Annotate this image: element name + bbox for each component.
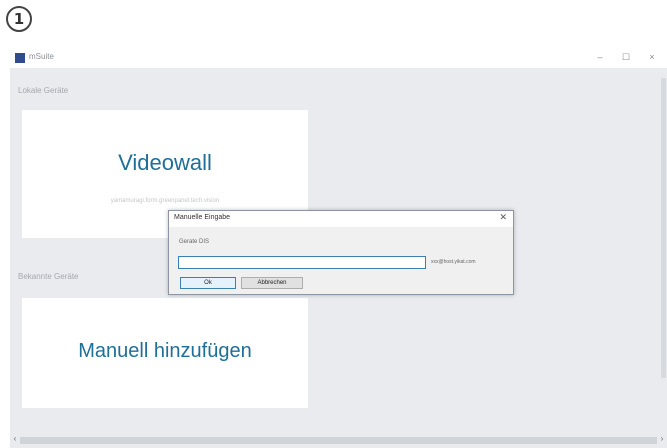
videowall-tile-title: Videowall — [118, 150, 212, 175]
minimize-button[interactable]: – — [590, 49, 610, 65]
step-number-badge: 1 — [6, 6, 32, 32]
scroll-right-arrow-icon[interactable]: › — [657, 434, 667, 443]
horizontal-scrollbar[interactable] — [20, 437, 657, 444]
device-field-label: Gerate DIS — [179, 239, 210, 245]
scroll-left-arrow-icon[interactable]: ‹ — [10, 434, 20, 443]
maximize-button[interactable]: ☐ — [616, 49, 636, 65]
manual-add-tile[interactable]: Manuell hinzufügen — [22, 298, 308, 408]
window-close-button[interactable]: × — [642, 49, 662, 65]
address-format-hint: xxx@host.yikat.com — [431, 259, 476, 265]
dialog-title: Manuelle Eingabe — [174, 214, 231, 221]
ok-button[interactable]: Ok — [180, 277, 236, 289]
dialog-close-icon[interactable]: ✕ — [499, 212, 507, 223]
cancel-button[interactable]: Abbrechen — [241, 277, 303, 289]
device-address-input[interactable] — [178, 256, 426, 269]
app-icon — [15, 53, 25, 63]
manual-add-tile-title: Manuell hinzufügen — [78, 340, 252, 362]
window-title: mSuite — [29, 52, 54, 61]
videowall-tile-subtitle: yamamuragi.form.greenpanel.tech.vision — [110, 198, 220, 204]
vertical-scrollbar[interactable] — [661, 78, 666, 378]
window-titlebar: mSuite – ☐ × — [10, 48, 667, 68]
manual-input-dialog: Manuelle Eingabe ✕ Gerate DIS xxx@host.y… — [168, 210, 514, 295]
section-label-local-devices: Lokale Geräte — [18, 86, 69, 95]
dialog-titlebar: Manuelle Eingabe ✕ — [169, 211, 513, 227]
section-label-known-devices: Bekannte Geräte — [18, 272, 79, 281]
